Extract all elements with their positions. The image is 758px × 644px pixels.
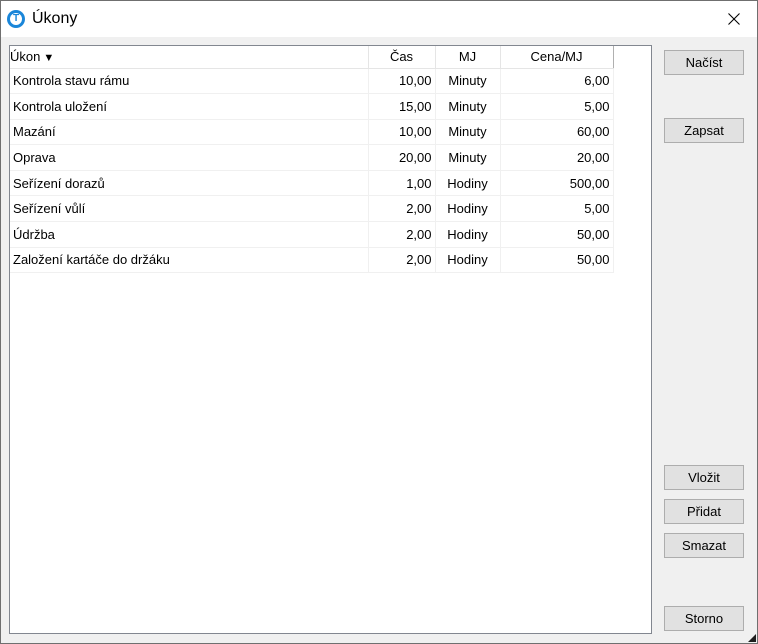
resize-grip-icon[interactable]: [748, 634, 756, 642]
cell-cas: 10,00: [368, 68, 436, 95]
cell-mj: Hodiny: [435, 247, 501, 274]
cell-cas: 2,00: [368, 221, 436, 248]
cell-cas: 1,00: [368, 170, 436, 197]
cell-cena: 20,00: [500, 144, 614, 171]
pridat-button[interactable]: Přidat: [664, 499, 744, 524]
cell-cas: 20,00: [368, 144, 436, 171]
vlozit-button[interactable]: Vložit: [664, 465, 744, 490]
sort-descending-icon: ▼: [43, 52, 55, 65]
window-title: Úkony: [32, 10, 78, 27]
cell-cas: 2,00: [368, 247, 436, 274]
cell-ukon: Údržba: [10, 221, 369, 248]
cell-mj: Minuty: [435, 68, 501, 95]
table-row[interactable]: Seřízení dorazů 1,00 Hodiny 500,00: [10, 170, 614, 197]
cell-cas: 2,00: [368, 195, 436, 223]
column-header-ukon[interactable]: Úkon ▼: [10, 46, 369, 69]
table-row[interactable]: Údržba 2,00 Hodiny 50,00: [10, 221, 614, 248]
cell-cena: 5,00: [500, 93, 614, 120]
cell-ukon: Seřízení dorazů: [10, 170, 369, 197]
cell-cena: 500,00: [500, 170, 614, 197]
cell-cena: 6,00: [500, 68, 614, 95]
cell-cas: 10,00: [368, 119, 436, 146]
cell-mj: Hodiny: [435, 170, 501, 197]
cell-cena: 5,00: [500, 195, 614, 223]
storno-button[interactable]: Storno: [664, 606, 744, 631]
column-header-cas[interactable]: Čas: [368, 46, 436, 69]
table-row[interactable]: Kontrola stavu rámu 10,00 Minuty 6,00: [10, 68, 614, 95]
cell-ukon: Založení kartáče do držáku: [10, 247, 369, 274]
ukony-dialog: T Úkony Úkon ▼ Čas MJ Cena/MJ Kontrola s…: [0, 0, 758, 644]
table-row[interactable]: Mazání 10,00 Minuty 60,00: [10, 119, 614, 146]
cell-ukon: Seřízení vůlí: [10, 195, 369, 223]
close-icon: [728, 13, 740, 25]
cell-mj: Hodiny: [435, 221, 501, 248]
cell-ukon: Kontrola stavu rámu: [10, 68, 369, 95]
cell-cena: 50,00: [500, 221, 614, 248]
table-header-row: Úkon ▼ Čas MJ Cena/MJ: [10, 46, 614, 69]
column-header-cena[interactable]: Cena/MJ: [500, 46, 614, 69]
cell-ukon: Oprava: [10, 144, 369, 171]
ukony-table: Úkon ▼ Čas MJ Cena/MJ Kontrola stavu rámu…: [10, 46, 614, 274]
app-logo-icon: T: [7, 10, 25, 28]
table-row[interactable]: Seřízení vůlí 2,00 Hodiny 5,00: [10, 195, 614, 223]
nacist-button[interactable]: Načíst: [664, 50, 744, 75]
cell-mj: Minuty: [435, 144, 501, 171]
cell-mj: Minuty: [435, 93, 501, 120]
cell-mj: Hodiny: [435, 195, 501, 223]
cell-cena: 60,00: [500, 119, 614, 146]
cell-cas: 15,00: [368, 93, 436, 120]
smazat-button[interactable]: Smazat: [664, 533, 744, 558]
cell-ukon: Mazání: [10, 119, 369, 146]
column-header-mj[interactable]: MJ: [435, 46, 501, 69]
ukony-list[interactable]: Úkon ▼ Čas MJ Cena/MJ Kontrola stavu rámu…: [9, 45, 652, 634]
close-button[interactable]: [711, 1, 757, 37]
title-bar[interactable]: T Úkony: [1, 1, 757, 37]
table-row[interactable]: Založení kartáče do držáku 2,00 Hodiny 5…: [10, 247, 614, 274]
cell-cena: 50,00: [500, 247, 614, 274]
table-row[interactable]: Oprava 20,00 Minuty 20,00: [10, 144, 614, 171]
zapsat-button[interactable]: Zapsat: [664, 118, 744, 143]
cell-mj: Minuty: [435, 119, 501, 146]
table-row[interactable]: Kontrola uložení 15,00 Minuty 5,00: [10, 93, 614, 120]
cell-ukon: Kontrola uložení: [10, 93, 369, 120]
